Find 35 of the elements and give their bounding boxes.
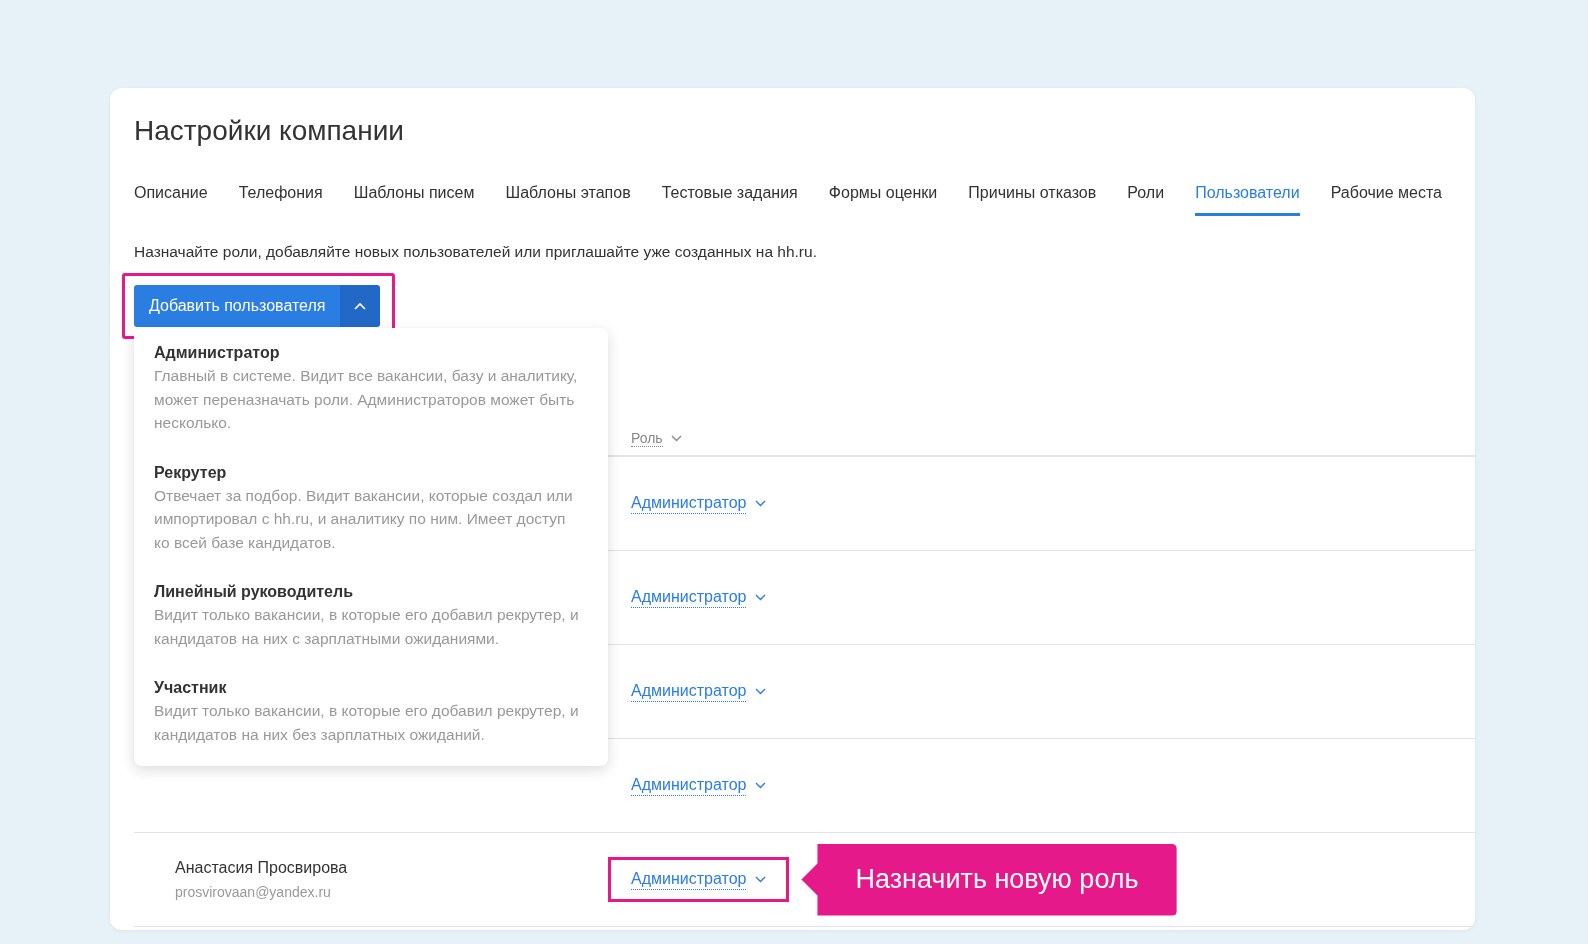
tab[interactable]: Причины отказов: [968, 183, 1097, 216]
role-dropdown[interactable]: Администратор: [631, 493, 767, 514]
role-dropdown[interactable]: Администратор: [631, 869, 767, 890]
chevron-down-icon: [755, 594, 767, 601]
add-user-button[interactable]: Добавить пользователя: [134, 285, 341, 327]
chevron-down-icon: [670, 435, 682, 442]
role-menu-item[interactable]: Участник Видит только вакансии, в которые его добавил рекрутер, и кандидатов на них без зарплатных ожиданий.: [134, 677, 608, 746]
tab[interactable]: Описание: [134, 183, 208, 216]
user-email: prosvirovaan@yandex.ru: [175, 882, 332, 902]
chevron-down-icon: [755, 500, 767, 507]
tab[interactable]: Пользователи: [1195, 183, 1300, 216]
role-dropdown[interactable]: Администратор: [631, 587, 767, 608]
description-text: Назначайте роли, добавляйте новых пользователей или приглашайте уже созданных на hh.ru.: [134, 243, 818, 261]
tab[interactable]: Телефония: [238, 183, 323, 216]
tab[interactable]: Формы оценки: [828, 183, 938, 216]
page-title: Настройки компании: [134, 114, 405, 148]
tab[interactable]: Роли: [1127, 183, 1165, 216]
role-dropdown[interactable]: Администратор: [631, 775, 767, 796]
role-dropdown[interactable]: Администратор: [631, 681, 767, 702]
caret-icon: [354, 302, 367, 310]
tab[interactable]: Шаблоны писем: [353, 183, 475, 216]
role-menu-item[interactable]: Линейный руководитель Видит только вакансии, в которые его добавил рекрутер, и кандидатов на них с зарплатными ожиданиями.: [134, 581, 608, 650]
tab[interactable]: Рабочие места: [1330, 183, 1442, 216]
chevron-down-icon: [755, 876, 767, 883]
column-label: Роль: [631, 430, 663, 447]
tab[interactable]: Шаблоны этапов: [505, 183, 631, 216]
callout-label: Назначить новую роль: [801, 843, 1177, 916]
user-name: Анастасия Просвирова: [175, 857, 349, 878]
role-menu-item[interactable]: Администратор Главный в системе. Видит все вакансии, базу и аналитику, может переназначать роли. Администраторов может быть несколько.: [134, 342, 608, 435]
chevron-down-icon: [755, 782, 767, 789]
dropdown-toggle-button[interactable]: [340, 285, 381, 327]
tab[interactable]: Тестовые задания: [661, 183, 798, 216]
chevron-down-icon: [755, 688, 767, 695]
role-column-header[interactable]: Роль: [631, 430, 682, 447]
role-menu-item[interactable]: Рекрутер Отвечает за подбор. Видит вакансии, которые создал или импортировал с hh.ru, и аналитику по ним. Имеет доступ ко всей базе кандидатов.: [134, 461, 608, 554]
